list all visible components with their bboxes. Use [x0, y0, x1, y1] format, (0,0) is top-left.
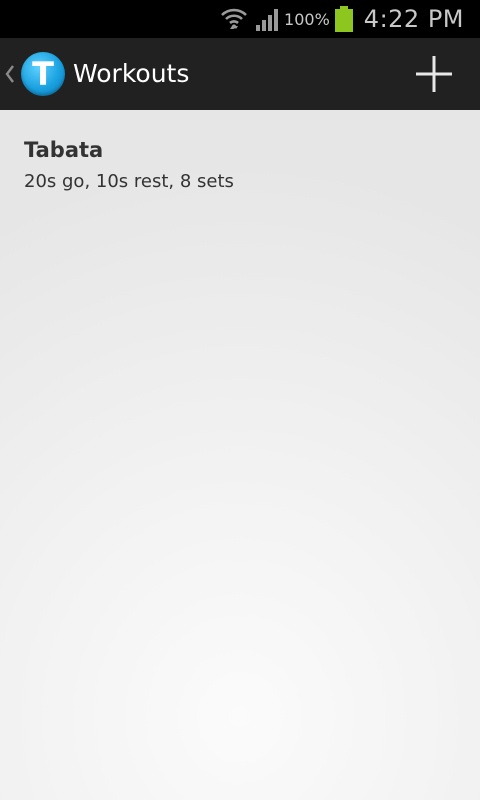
battery-percent: 100%	[284, 9, 330, 29]
signal-icon	[256, 9, 279, 31]
home-up-button[interactable]: T Workouts	[0, 38, 200, 110]
plus-icon	[416, 56, 452, 92]
page-title: Workouts	[73, 59, 190, 88]
wifi-icon	[221, 8, 247, 29]
status-icons: 100% 4:22 PM	[220, 0, 464, 38]
clock: 4:22 PM	[363, 5, 464, 33]
workout-description: 20s go, 10s rest, 8 sets	[24, 171, 234, 192]
app-logo-icon: T	[21, 52, 65, 96]
battery-icon	[334, 6, 353, 32]
chevron-left-icon	[5, 65, 14, 83]
action-bar: T Workouts	[0, 38, 480, 110]
status-bar: 100% 4:22 PM	[0, 0, 480, 38]
workout-list: Tabata 20s go, 10s rest, 8 sets	[0, 110, 480, 800]
workout-name: Tabata	[24, 138, 104, 162]
add-workout-button[interactable]	[392, 38, 480, 110]
workout-list-item[interactable]: Tabata 20s go, 10s rest, 8 sets	[0, 126, 480, 200]
